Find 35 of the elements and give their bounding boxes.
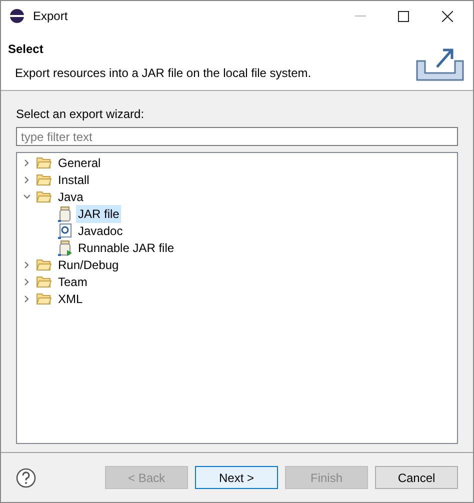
tree-item[interactable]: Team [56,272,90,290]
jar-icon [58,206,72,222]
help-icon[interactable] [16,468,36,488]
folder-icon [36,292,52,305]
folder-icon [36,190,52,203]
tree-item[interactable]: Javadoc [76,222,125,240]
expand-icon[interactable] [23,294,31,302]
document-icon [58,222,72,238]
folder-icon [36,275,52,288]
app-icon [9,8,25,24]
page-description: Export resources into a JAR file on the local file system. [15,65,312,82]
expand-icon[interactable] [23,176,31,184]
maximize-icon[interactable] [398,10,409,22]
tree-item[interactable]: Runnable JAR file [76,238,176,256]
filter-field[interactable]: type filter text [16,127,458,146]
dialog-button[interactable]: Cancel [375,466,458,489]
tree-item[interactable]: Install [56,170,92,188]
expand-icon[interactable] [23,158,31,166]
folder-icon [36,173,52,186]
jar-icon [58,240,72,256]
tree-item[interactable]: XML [56,290,85,308]
expand-icon[interactable] [23,260,31,268]
expand-icon[interactable] [23,278,31,286]
window-title: Export [33,8,68,25]
folder-icon [36,156,52,169]
tree-item[interactable]: Run/Debug [56,256,121,274]
folder-icon [36,258,52,271]
dialog-button[interactable]: Next > [195,466,278,489]
wizard-label: Select an export wizard: [16,106,146,123]
tree-item[interactable]: General [56,154,103,172]
tree-item[interactable]: JAR file [76,204,122,222]
tree-item[interactable]: Java [56,188,86,206]
close-icon[interactable] [442,10,453,22]
page-title: Select [8,41,44,58]
collapse-icon[interactable] [23,192,31,200]
